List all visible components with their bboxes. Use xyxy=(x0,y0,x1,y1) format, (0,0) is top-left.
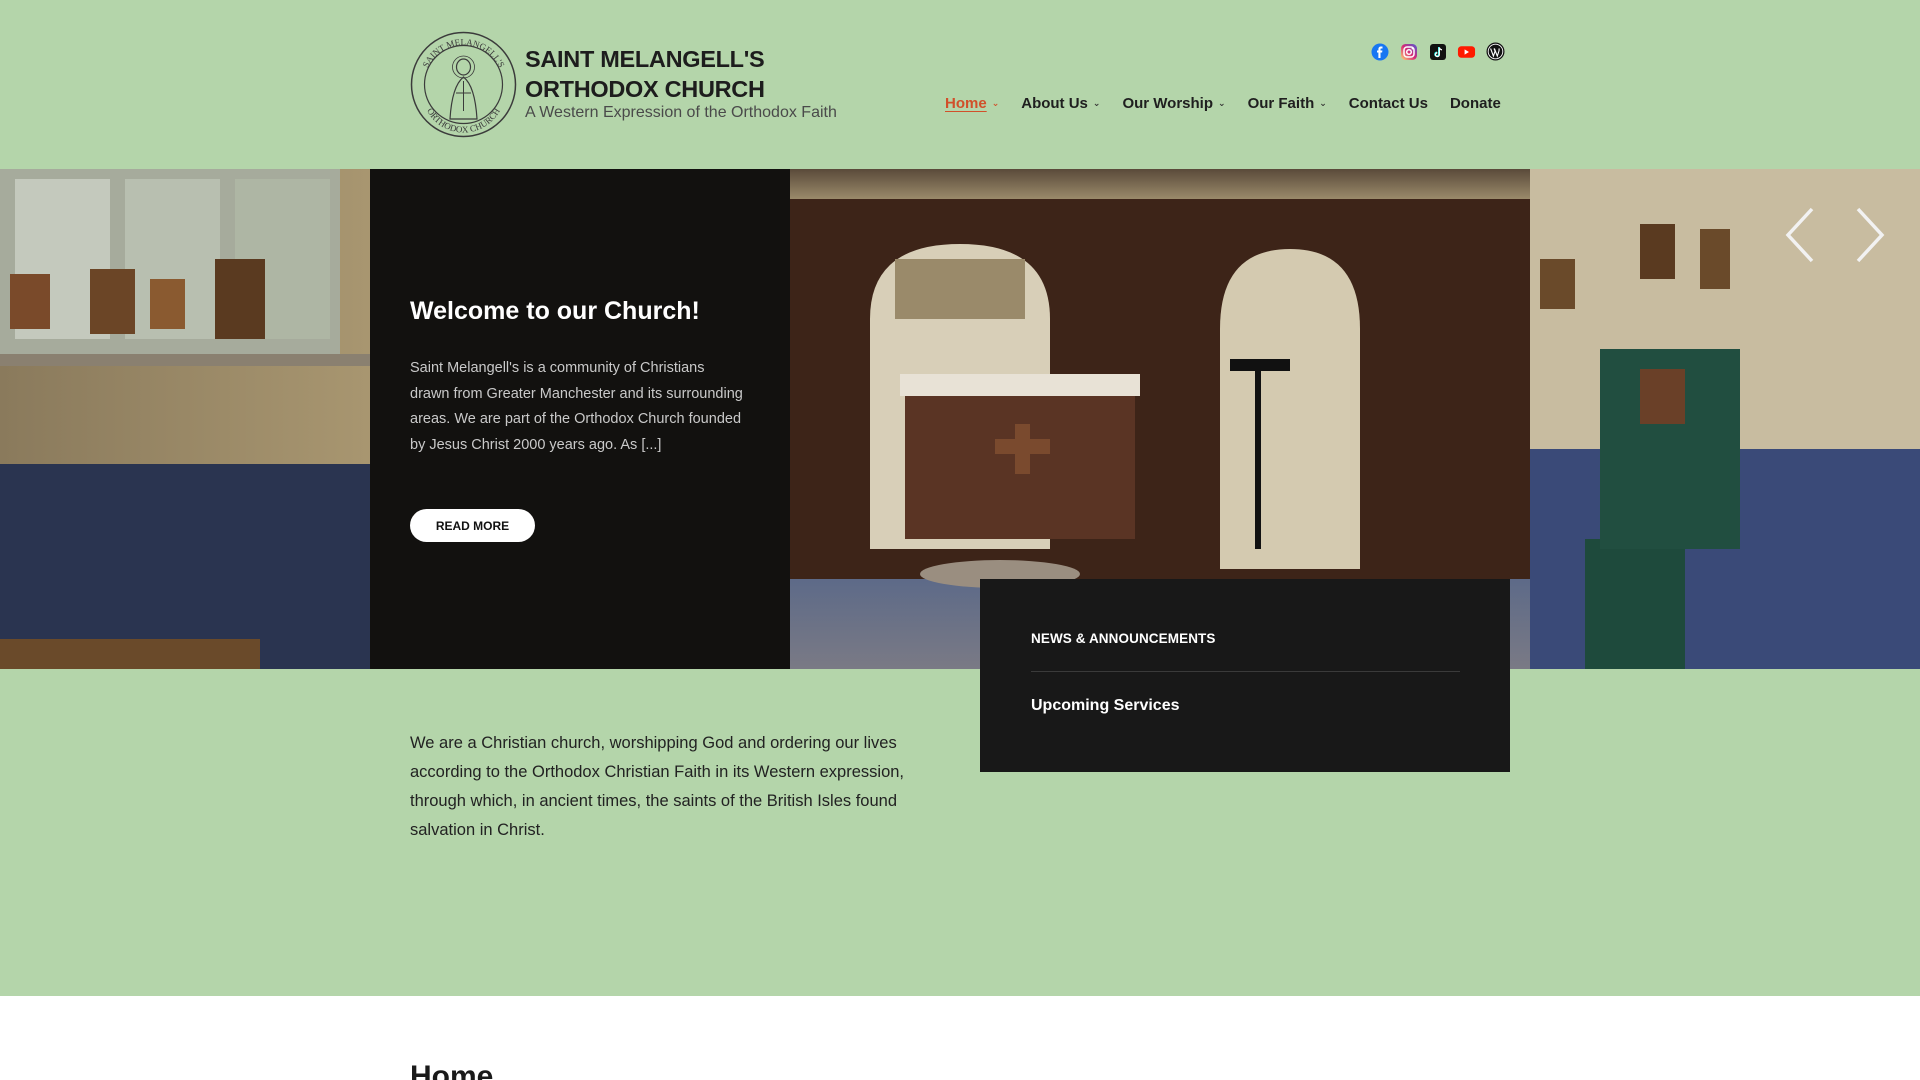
chevron-right-icon[interactable] xyxy=(1850,205,1890,265)
chevron-down-icon: ⌄ xyxy=(1319,98,1327,108)
tiktok-icon[interactable] xyxy=(1428,42,1447,61)
news-heading: NEWS & ANNOUNCEMENTS xyxy=(1031,631,1216,646)
chevron-down-icon: ⌄ xyxy=(1218,98,1226,108)
church-logo[interactable]: SAINT MELANGELL'S ORTHODOX CHURCH xyxy=(410,31,517,138)
upcoming-services-link[interactable]: Upcoming Services xyxy=(1031,697,1180,715)
nav-item-donate[interactable]: Donate xyxy=(1450,95,1501,112)
page-content: Home xyxy=(0,996,1920,1080)
nav-item-our-faith[interactable]: Our Faith ⌄ xyxy=(1248,95,1327,112)
hero-text: Saint Melangell's is a community of Chri… xyxy=(410,360,743,453)
nav-item-our-worship[interactable]: Our Worship ⌄ xyxy=(1122,95,1225,112)
main-nav: Home ⌄ About Us ⌄ Our Worship ⌄ Our Fait… xyxy=(945,95,1501,112)
site-title[interactable]: SAINT MELANGELL'S ORTHODOX CHURCH xyxy=(525,44,825,104)
read-more-button[interactable]: READ MORE xyxy=(410,509,535,542)
youtube-icon[interactable] xyxy=(1457,42,1476,61)
nav-item-contact-us[interactable]: Contact Us xyxy=(1349,95,1428,112)
nav-label: Our Worship xyxy=(1122,95,1214,112)
nav-label: About Us xyxy=(1021,95,1088,112)
social-links xyxy=(1370,42,1505,61)
instagram-icon[interactable] xyxy=(1399,42,1418,61)
church-interior-photo xyxy=(0,169,1920,669)
site-header: SAINT MELANGELL'S ORTHODOX CHURCH SAINT … xyxy=(0,0,1920,169)
wordpress-icon[interactable] xyxy=(1486,42,1505,61)
page-title: Home xyxy=(410,1060,494,1080)
chevron-down-icon: ⌄ xyxy=(991,98,1000,108)
nav-label: Donate xyxy=(1449,95,1501,112)
hero-slider: Welcome to our Church! Saint Melangell's… xyxy=(0,169,1920,669)
intro-paragraph: We are a Christian church, worshipping G… xyxy=(410,734,905,839)
nav-label: Contact Us xyxy=(1348,95,1428,112)
site-tagline: A Western Expression of the Orthodox Fai… xyxy=(525,104,837,121)
nav-item-home[interactable]: Home ⌄ xyxy=(945,95,999,112)
chevron-left-icon[interactable] xyxy=(1780,205,1820,265)
site-title-line2: ORTHODOX CHURCH xyxy=(525,76,765,102)
news-divider xyxy=(1031,671,1460,672)
nav-label: Home xyxy=(945,95,987,112)
chevron-down-icon: ⌄ xyxy=(1092,98,1101,108)
site-title-line1: SAINT MELANGELL'S xyxy=(525,46,765,72)
hero-title: Welcome to our Church! xyxy=(410,297,700,325)
facebook-icon[interactable] xyxy=(1370,42,1389,61)
nav-item-about-us[interactable]: About Us ⌄ xyxy=(1021,95,1100,112)
nav-label: Our Faith xyxy=(1247,95,1315,112)
news-announcements-box: NEWS & ANNOUNCEMENTS Upcoming Services xyxy=(980,579,1510,772)
